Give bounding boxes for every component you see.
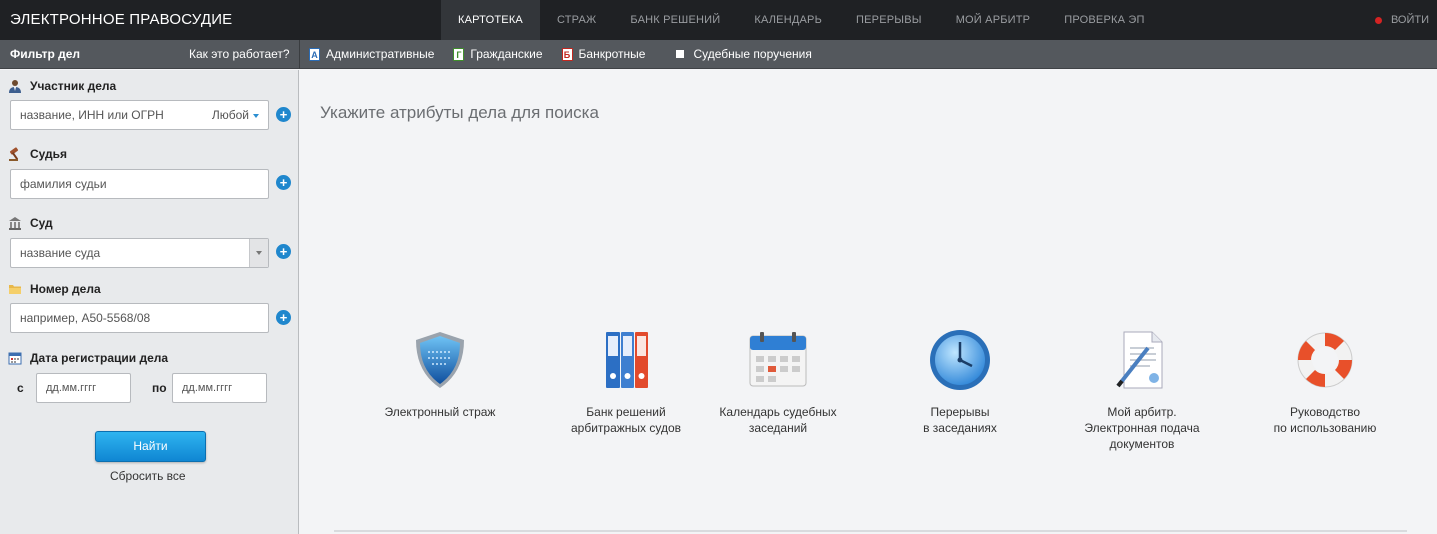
how-it-works-link[interactable]: Как это работает? bbox=[189, 47, 290, 61]
divider bbox=[334, 530, 1407, 532]
tile-caption: по использованию bbox=[1273, 421, 1377, 435]
nav-item-calendar[interactable]: КАЛЕНДАРЬ bbox=[737, 0, 839, 40]
administrative-badge-icon: А bbox=[309, 47, 320, 61]
shield-icon bbox=[416, 332, 464, 388]
chevron-down-icon bbox=[253, 113, 259, 118]
add-court-button[interactable]: + bbox=[276, 244, 291, 259]
tile-caption: документов bbox=[1109, 437, 1175, 451]
civil-badge-icon: Г bbox=[453, 47, 465, 61]
tile-my-arbiter[interactable]: Мой арбитр. Электронная подача документо… bbox=[1052, 328, 1232, 452]
find-button[interactable]: Найти bbox=[95, 431, 206, 462]
reset-all-link[interactable]: Сбросить все bbox=[110, 469, 186, 483]
binders-icon bbox=[606, 332, 648, 388]
main-content: Укажите атрибуты дела для поиска Электро… bbox=[300, 70, 1437, 534]
divider bbox=[299, 40, 300, 69]
case-type-label: Гражданские bbox=[470, 47, 543, 61]
tile-court-calendar[interactable]: Календарь судебных заседаний bbox=[688, 328, 868, 436]
filter-sidebar: Участник дела название, ИНН или ОГРН Люб… bbox=[0, 70, 299, 534]
date-from-input[interactable]: дд.мм.гггг bbox=[36, 373, 131, 403]
case-type-bankruptcy[interactable]: Б Банкротные bbox=[561, 47, 646, 61]
person-icon bbox=[9, 80, 21, 93]
calendar-icon bbox=[8, 352, 22, 365]
top-bar: ЭЛЕКТРОННОЕ ПРАВОСУДИЕ КАРТОТЕКА СТРАЖ Б… bbox=[0, 0, 1437, 40]
date-from-label: с bbox=[17, 381, 24, 395]
tile-caption: Перерывы bbox=[930, 405, 990, 419]
add-case-number-button[interactable]: + bbox=[276, 310, 291, 325]
court-orders-checkbox[interactable]: Судебные поручения bbox=[664, 47, 812, 61]
court-orders-label: Судебные поручения bbox=[693, 47, 812, 61]
nav-item-ep-check[interactable]: ПРОВЕРКА ЭП bbox=[1047, 0, 1161, 40]
courthouse-icon bbox=[9, 217, 21, 230]
login-link[interactable]: ВОЙТИ bbox=[1374, 0, 1429, 40]
status-dot-icon bbox=[1374, 16, 1382, 24]
case-type-filters: А Административные Г Гражданские Б Банкр… bbox=[309, 47, 831, 61]
filter-bar: Фильтр дел Как это работает? А Администр… bbox=[0, 40, 1437, 69]
date-to-label: по bbox=[152, 381, 167, 395]
tile-caption: Календарь судебных bbox=[719, 405, 837, 419]
participant-mode-dropdown[interactable]: Любой bbox=[212, 101, 259, 129]
folder-icon bbox=[9, 285, 21, 294]
participant-label: Участник дела bbox=[8, 79, 116, 93]
checkbox-square-icon bbox=[676, 50, 685, 58]
case-type-label: Административные bbox=[326, 47, 435, 61]
tile-caption: заседаний bbox=[748, 421, 808, 435]
court-select[interactable]: название суда bbox=[10, 238, 269, 268]
nav-item-bank-resheniy[interactable]: БАНК РЕШЕНИЙ bbox=[613, 0, 737, 40]
tile-caption: в заседаниях bbox=[923, 421, 997, 435]
judge-input[interactable]: фамилия судьи bbox=[10, 169, 269, 199]
app-title[interactable]: ЭЛЕКТРОННОЕ ПРАВОСУДИЕ bbox=[10, 11, 232, 28]
case-number-label: Номер дела bbox=[8, 282, 101, 296]
case-type-label: Банкротные bbox=[578, 47, 646, 61]
clock-icon bbox=[930, 330, 990, 390]
case-type-civil[interactable]: Г Гражданские bbox=[453, 47, 543, 61]
gavel-icon bbox=[9, 147, 19, 161]
document-pen-icon bbox=[1116, 331, 1163, 389]
tile-electronic-guard[interactable]: Электронный страж bbox=[350, 328, 530, 420]
nav-item-kartoteka[interactable]: КАРТОТЕКА bbox=[441, 0, 540, 40]
judge-label: Судья bbox=[8, 147, 67, 161]
bankruptcy-badge-icon: Б bbox=[561, 47, 573, 61]
login-label: ВОЙТИ bbox=[1390, 14, 1429, 26]
court-label: Суд bbox=[8, 216, 53, 230]
tile-caption: Электронный страж bbox=[384, 405, 496, 419]
chevron-down-icon[interactable] bbox=[249, 239, 268, 267]
nav-item-my-arbiter[interactable]: МОЙ АРБИТР bbox=[939, 0, 1048, 40]
add-judge-button[interactable]: + bbox=[276, 175, 291, 190]
lifebuoy-icon bbox=[1297, 332, 1353, 388]
add-participant-button[interactable]: + bbox=[276, 107, 291, 122]
tile-caption: Мой арбитр. bbox=[1107, 405, 1177, 419]
date-to-input[interactable]: дд.мм.гггг bbox=[172, 373, 267, 403]
filter-title: Фильтр дел bbox=[10, 47, 81, 61]
case-type-administrative[interactable]: А Административные bbox=[309, 47, 434, 61]
tile-caption: Руководство bbox=[1289, 405, 1361, 419]
nav-item-strazh[interactable]: СТРАЖ bbox=[540, 0, 613, 40]
tile-manual[interactable]: Руководство по использованию bbox=[1235, 328, 1415, 436]
top-nav: КАРТОТЕКА СТРАЖ БАНК РЕШЕНИЙ КАЛЕНДАРЬ П… bbox=[441, 0, 1162, 40]
search-prompt-heading: Укажите атрибуты дела для поиска bbox=[320, 103, 599, 122]
tile-breaks[interactable]: Перерывы в заседаниях bbox=[870, 328, 1050, 436]
tile-caption: Электронная подача bbox=[1084, 421, 1200, 435]
nav-item-breaks[interactable]: ПЕРЕРЫВЫ bbox=[839, 0, 939, 40]
reg-date-label: Дата регистрации дела bbox=[8, 351, 168, 365]
participant-input[interactable]: название, ИНН или ОГРН Любой bbox=[10, 100, 269, 130]
calendar-icon bbox=[749, 332, 807, 387]
case-number-input[interactable]: например, А50-5568/08 bbox=[10, 303, 269, 333]
